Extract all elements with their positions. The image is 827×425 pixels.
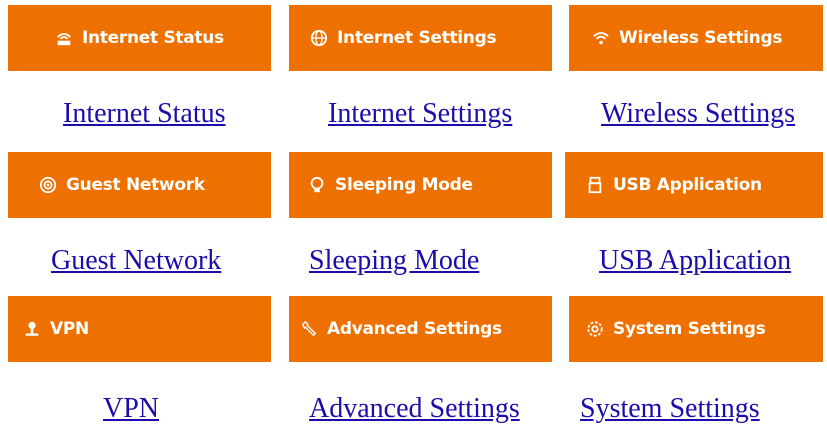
- tile-advanced-settings[interactable]: Advanced Settings: [289, 296, 552, 362]
- tile-label: VPN: [50, 319, 89, 339]
- link-sleeping-mode[interactable]: Sleeping Mode: [309, 245, 479, 277]
- tile-label: Internet Status: [82, 28, 224, 48]
- tile-vpn[interactable]: VPN: [8, 296, 271, 362]
- link-internet-settings[interactable]: Internet Settings: [328, 98, 512, 130]
- tile-internet-settings[interactable]: Internet Settings: [289, 5, 552, 71]
- tile-label: System Settings: [613, 319, 766, 339]
- vpn-icon: [22, 319, 42, 339]
- usb-icon: [585, 175, 605, 195]
- tile-wireless-settings[interactable]: Wireless Settings: [569, 5, 823, 71]
- link-vpn[interactable]: VPN: [103, 393, 159, 425]
- tile-label: Guest Network: [66, 175, 205, 195]
- link-usb-application[interactable]: USB Application: [599, 245, 791, 277]
- link-internet-status[interactable]: Internet Status: [63, 98, 226, 130]
- tile-label: USB Application: [613, 175, 762, 195]
- link-wireless-settings[interactable]: Wireless Settings: [601, 98, 795, 130]
- tile-label: Internet Settings: [337, 28, 497, 48]
- wifi-icon: [591, 28, 611, 48]
- tile-usb-application[interactable]: USB Application: [565, 152, 823, 218]
- tile-label: Advanced Settings: [327, 319, 502, 339]
- link-guest-network[interactable]: Guest Network: [51, 245, 221, 277]
- tile-label: Wireless Settings: [619, 28, 783, 48]
- globe-icon: [309, 28, 329, 48]
- tile-sleeping-mode[interactable]: Sleeping Mode: [289, 152, 552, 218]
- wrench-icon: [299, 319, 319, 339]
- tile-label: Sleeping Mode: [335, 175, 473, 195]
- gear-icon: [585, 319, 605, 339]
- tile-guest-network[interactable]: Guest Network: [8, 152, 271, 218]
- link-system-settings[interactable]: System Settings: [580, 393, 760, 425]
- router-icon: [54, 28, 74, 48]
- bulb-icon: [307, 175, 327, 195]
- guest-network-icon: [38, 175, 58, 195]
- tile-internet-status[interactable]: Internet Status: [8, 5, 271, 71]
- tile-system-settings[interactable]: System Settings: [569, 296, 823, 362]
- link-advanced-settings[interactable]: Advanced Settings: [309, 393, 520, 425]
